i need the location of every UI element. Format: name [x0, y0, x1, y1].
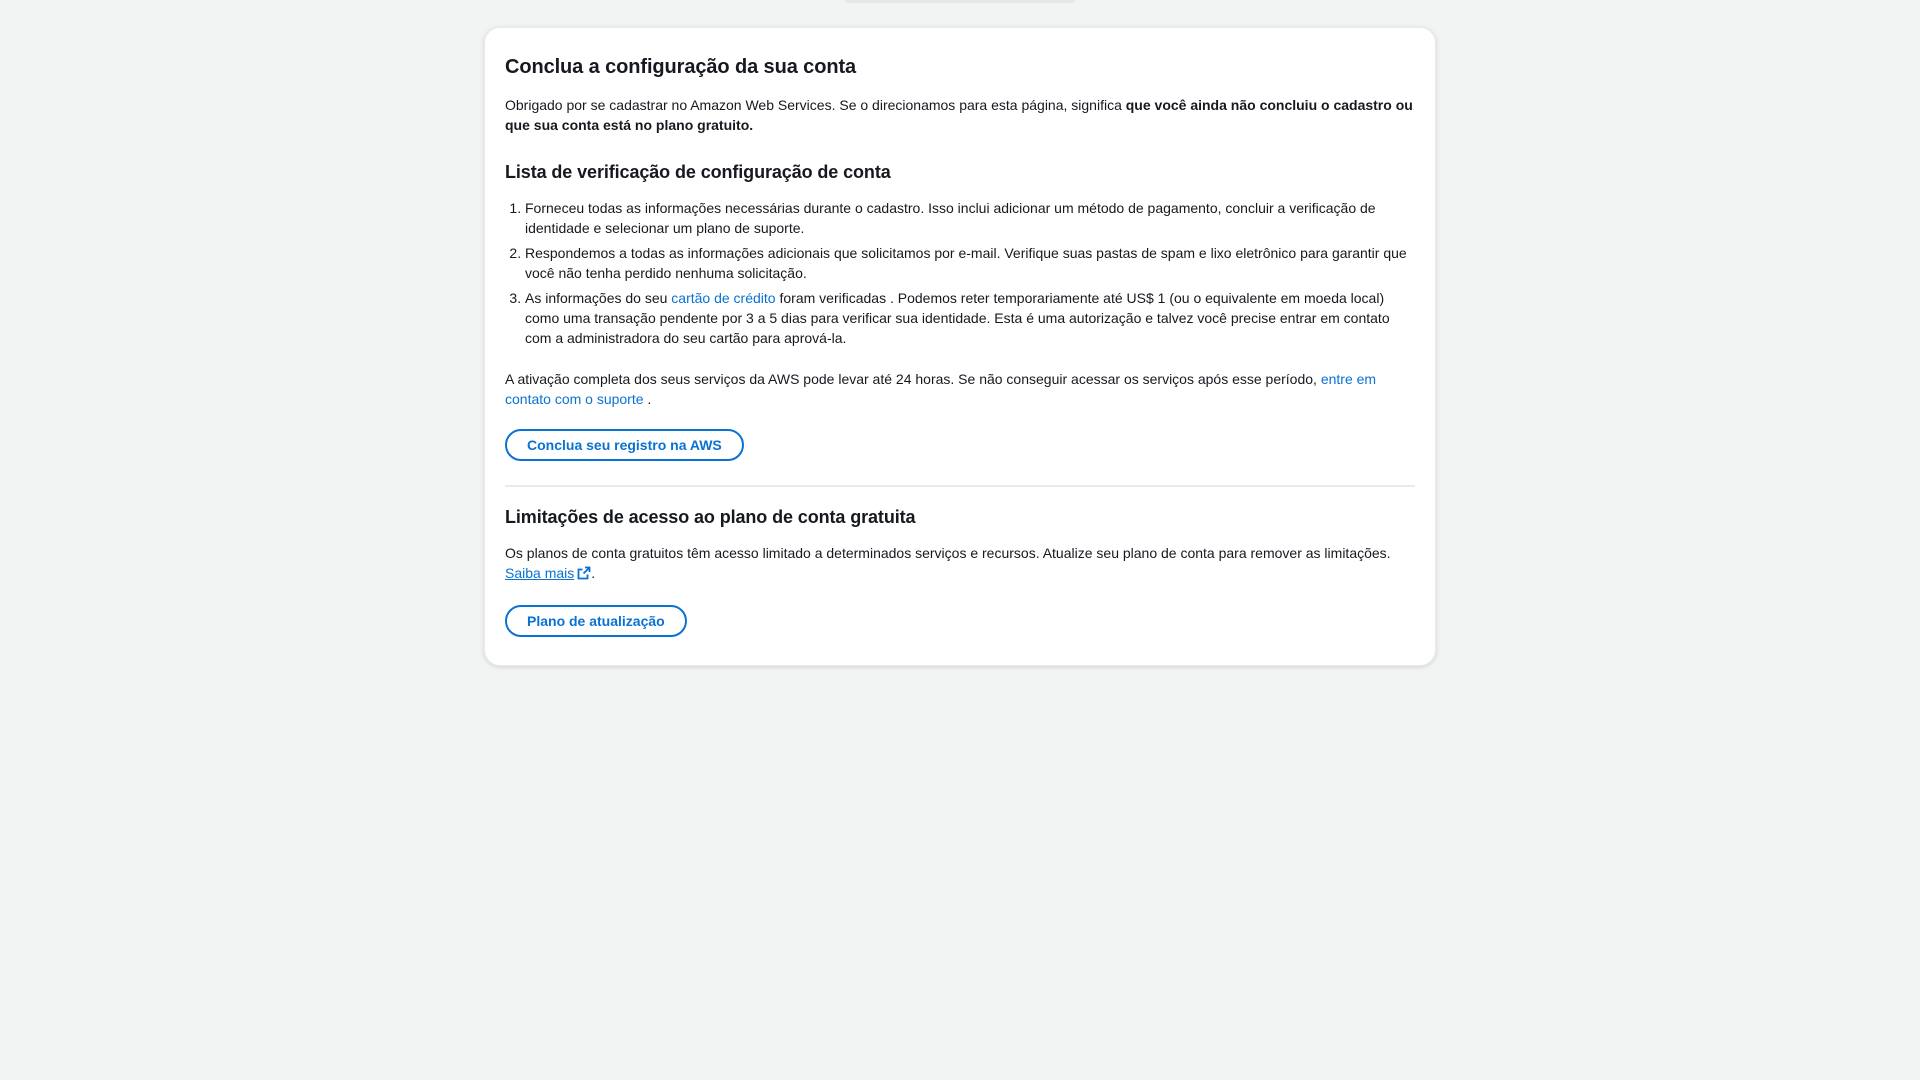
complete-registration-wrap: Conclua seu registro na AWS — [505, 429, 1415, 461]
account-setup-card: Conclua a configuração da sua conta Obri… — [484, 27, 1436, 666]
limitations-title: Limitações de acesso ao plano de conta g… — [505, 507, 916, 527]
checklist-item: Respondemos a todas as informações adici… — [525, 243, 1415, 283]
intro-paragraph: Obrigado por se cadastrar no Amazon Web … — [505, 95, 1415, 135]
activation-text: A ativação completa dos seus serviços da… — [505, 371, 1321, 387]
upgrade-plan-wrap: Plano de atualização — [505, 605, 1415, 637]
page-title: Conclua a configuração da sua conta — [505, 56, 857, 78]
checklist-item: As informações do seu cartão de crédito … — [525, 288, 1415, 348]
top-tab-decoration — [845, 0, 1075, 3]
checklist-title: Lista de verificação de configuração de … — [505, 162, 891, 182]
checklist-item-text-before: As informações do seu — [525, 290, 672, 306]
section-divider — [505, 485, 1415, 487]
upgrade-plan-button[interactable]: Plano de atualização — [505, 605, 687, 637]
credit-card-link[interactable]: cartão de crédito — [671, 290, 775, 306]
after-link-period: . — [591, 565, 596, 581]
learn-more-label: Saiba mais — [505, 565, 575, 581]
checklist-item-text: Forneceu todas as informações necessária… — [525, 200, 1376, 236]
external-link-icon — [577, 565, 591, 585]
checklist-item: Forneceu todas as informações necessária… — [525, 198, 1415, 238]
intro-text: Obrigado por se cadastrar no Amazon Web … — [505, 97, 1126, 113]
learn-more-link[interactable]: Saiba mais — [505, 565, 591, 581]
checklist: Forneceu todas as informações necessária… — [505, 198, 1415, 348]
activation-text-after: . — [643, 391, 652, 407]
activation-paragraph: A ativação completa dos seus serviços da… — [505, 369, 1415, 409]
limitations-text: Os planos de conta gratuitos têm acesso … — [505, 545, 1391, 561]
checklist-item-text: Respondemos a todas as informações adici… — [525, 245, 1407, 281]
complete-registration-button[interactable]: Conclua seu registro na AWS — [505, 429, 744, 461]
limitations-paragraph: Os planos de conta gratuitos têm acesso … — [505, 543, 1415, 585]
